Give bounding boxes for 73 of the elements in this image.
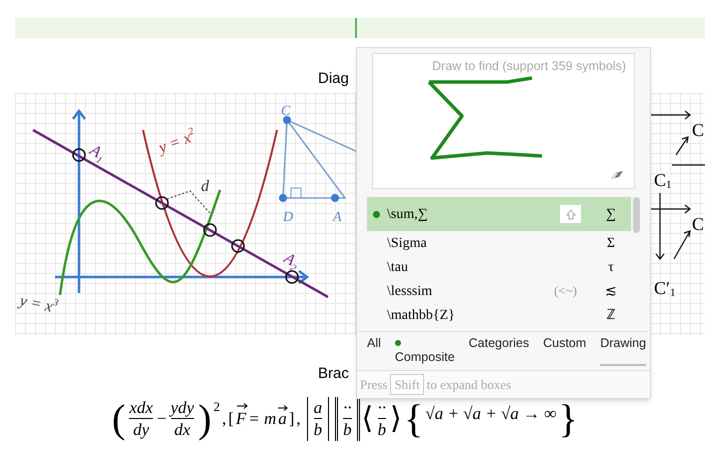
scrollbar[interactable]: [633, 197, 640, 233]
intersection-marker: [155, 196, 169, 210]
symbol-result-row[interactable]: \mathbb{Z} ℤ: [367, 303, 631, 327]
left-angle-bracket: ⟨: [362, 404, 374, 434]
command-text: \mathbb{Z}: [387, 306, 455, 324]
graph-label: y = x $^{3}$: [18, 292, 60, 316]
fraction-numerator: ydy: [170, 397, 194, 418]
fraction-numerator: ··: [343, 397, 352, 418]
section-heading: Brac: [318, 364, 349, 384]
fraction-denominator: b: [314, 419, 322, 440]
comma: ,: [296, 408, 301, 430]
command-text: \lesssim: [387, 282, 432, 300]
category-tab[interactable]: Composite: [394, 336, 455, 366]
intersection-marker: [203, 222, 217, 236]
root-expression: √a + √a + √a → ∞: [425, 403, 556, 425]
left-bracket: [: [228, 408, 234, 430]
hint-text: Press: [360, 376, 388, 394]
diagram-node-label: C′$_{1}$: [654, 278, 676, 296]
left-brace: {: [404, 398, 424, 439]
symbol-result-row[interactable]: \Sigma Σ: [367, 231, 631, 255]
triangle-vertex-label: A: [333, 210, 342, 224]
fraction-denominator: b: [343, 419, 352, 440]
command-text: \tau: [387, 258, 408, 276]
minus-sign: −: [156, 408, 167, 430]
exponent: 2: [213, 398, 220, 416]
symbol-result-row[interactable]: \sum,∑ ∑: [367, 197, 631, 231]
shift-key-icon[interactable]: [560, 205, 581, 223]
symbol-glyph: ∑: [605, 206, 617, 224]
category-tab[interactable]: Custom: [543, 336, 586, 366]
intersection-marker: [72, 148, 86, 162]
category-tab[interactable]: Categories: [468, 336, 530, 366]
fraction-denominator: dy: [133, 419, 150, 440]
fraction-denominator: b: [378, 419, 386, 440]
vector-arrow-icon: [236, 403, 248, 409]
command-text: \Sigma: [387, 234, 427, 252]
fraction-numerator: xdx: [129, 397, 153, 418]
canvas-placeholder: Draw to find (support 359 symbols): [432, 58, 626, 75]
distance-line: [166, 190, 210, 213]
category-tab[interactable]: Drawing: [600, 336, 646, 366]
right-bracket: ]: [288, 408, 294, 430]
symbol-glyph: ℤ: [606, 306, 616, 324]
right-angle-bracket: ⟩: [390, 404, 402, 434]
right-parenthesis: ): [198, 398, 212, 439]
section-heading: Diag: [318, 69, 349, 89]
fraction-denominator: dx: [174, 419, 190, 440]
comma: ,: [222, 408, 226, 430]
vector-symbol: a: [278, 409, 287, 428]
command-text: \sum,∑: [387, 206, 428, 224]
left-parenthesis: (: [112, 398, 126, 439]
graph-label: d: [201, 178, 209, 194]
equation-middle: = m: [248, 408, 276, 430]
category-tab[interactable]: All: [367, 336, 381, 366]
triangle-vertex-label: D: [283, 210, 294, 224]
alias-text: (<~): [554, 282, 577, 300]
symbol-result-row[interactable]: \tau τ: [367, 255, 631, 279]
vector-symbol: F: [236, 409, 246, 428]
intersection-marker: [285, 270, 299, 284]
diagram-node-label: C: [692, 120, 704, 138]
eraser-icon[interactable]: [610, 170, 624, 180]
symbol-result-row[interactable]: \lesssim (<~) ≲: [367, 279, 631, 303]
symbol-glyph: Σ: [606, 234, 616, 252]
shift-key: Shift: [390, 374, 424, 396]
symbol-glyph: ≲: [605, 282, 617, 300]
intersection-marker: [231, 238, 245, 252]
symbol-glyph: τ: [607, 258, 615, 276]
triangle-vertex-label: C: [281, 104, 290, 118]
right-brace: }: [558, 398, 578, 439]
fraction-numerator: ··: [378, 397, 386, 418]
diagram-node-label: C$_{1}$: [654, 170, 672, 188]
diagram-node-label: C: [692, 214, 704, 232]
vector-arrow-icon: [278, 405, 288, 411]
hint-text: to expand boxes: [426, 376, 512, 394]
fraction-numerator: a: [314, 397, 322, 418]
